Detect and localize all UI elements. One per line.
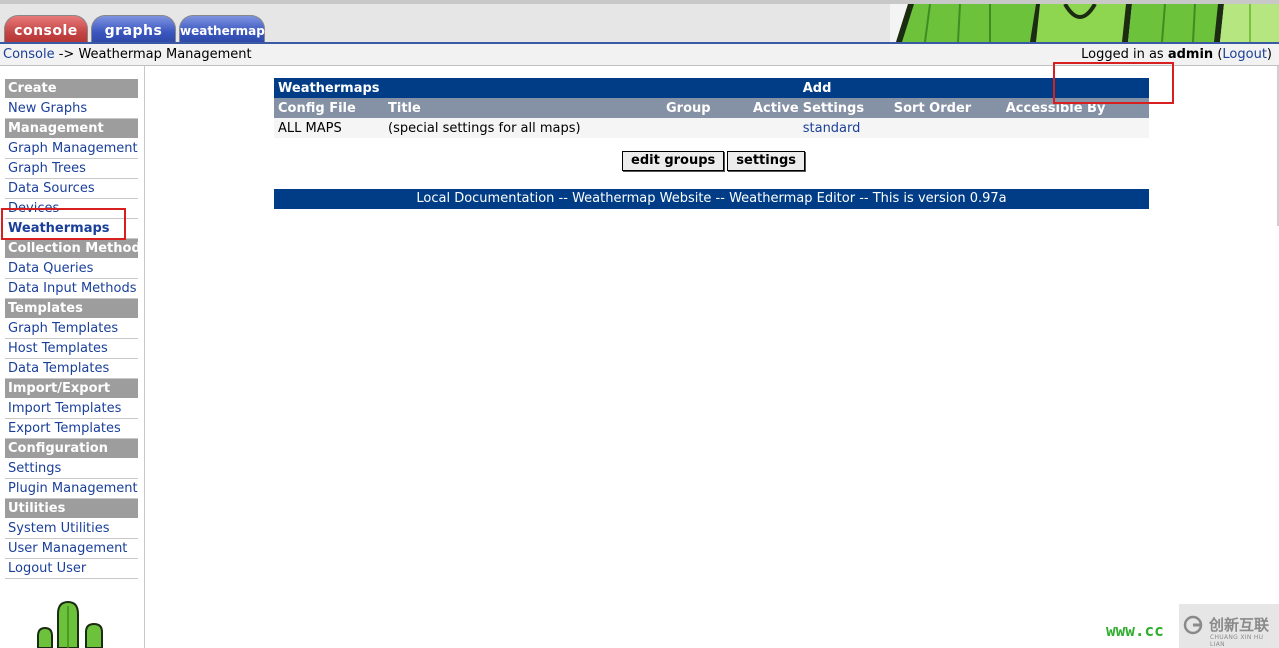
sidebar-header-import-export: Import/Export xyxy=(5,379,138,398)
cell-title: (special settings for all maps) xyxy=(388,120,581,136)
sidebar-header-create: Create xyxy=(5,79,138,98)
cactus-logo-icon xyxy=(37,600,103,648)
sidebar-item-graph-trees[interactable]: Graph Trees xyxy=(5,159,138,179)
watermark-brand: 创新互联 xyxy=(1209,616,1270,634)
table-row: ALL MAPS (special settings for all maps)… xyxy=(274,118,1149,138)
login-status: Logged in as admin (Logout) xyxy=(1081,47,1272,62)
sidebar-header-collection-methods: Collection Methods xyxy=(5,239,138,258)
col-sort-order: Sort Order xyxy=(893,100,972,116)
cell-active xyxy=(749,118,799,138)
cell-settings: standard xyxy=(799,118,890,138)
sidebar-header-configuration: Configuration xyxy=(5,439,138,458)
sidebar-item-new-graphs[interactable]: New Graphs xyxy=(5,99,138,119)
sidebar-item-host-templates[interactable]: Host Templates xyxy=(5,339,138,359)
sidebar-header-templates: Templates xyxy=(5,299,138,318)
breadcrumb: Console -> Weathermap Management xyxy=(3,47,252,62)
col-active: Active xyxy=(753,100,799,116)
sidebar-item-graph-management[interactable]: Graph Management xyxy=(5,139,138,159)
table-title: Weathermaps xyxy=(278,80,380,96)
sidebar-item-system-utilities[interactable]: System Utilities xyxy=(5,519,138,539)
highlight-box-add xyxy=(1053,62,1174,104)
cell-config-file: ALL MAPS xyxy=(278,120,342,136)
logout-link[interactable]: Logout xyxy=(1222,47,1267,62)
table-header-row: Config File Title Group Active Settings … xyxy=(274,98,1149,118)
sidebar-item-plugin-management[interactable]: Plugin Management xyxy=(5,479,138,499)
footer-sep-2: -- xyxy=(711,191,730,206)
weathermap-website-link[interactable]: Weathermap Website xyxy=(572,191,711,206)
login-username: admin xyxy=(1167,47,1214,62)
breadcrumb-current: Weathermap Management xyxy=(78,47,252,62)
cell-sort-order xyxy=(890,118,1002,138)
cell-group xyxy=(662,118,749,138)
login-prefix: Logged in as xyxy=(1081,47,1168,62)
watermark-brand-small: CHUANG XIN HU LIAN xyxy=(1210,634,1264,648)
sidebar-item-data-queries[interactable]: Data Queries xyxy=(5,259,138,279)
sidebar-item-import-templates[interactable]: Import Templates xyxy=(5,399,138,419)
watermark-badge: 创新互联 CHUANG XIN HU LIAN xyxy=(1179,604,1279,648)
sidebar-header-management: Management xyxy=(5,119,138,138)
sidebar-item-settings[interactable]: Settings xyxy=(5,459,138,479)
sidebar-header-utilities: Utilities xyxy=(5,499,138,518)
col-title: Title xyxy=(388,100,421,116)
sidebar-menu: Create New Graphs Management Graph Manag… xyxy=(5,79,138,579)
footer-sep-3: -- xyxy=(855,191,873,206)
footer-links-bar: Local Documentation -- Weathermap Websit… xyxy=(274,189,1149,209)
cell-accessible-by xyxy=(1002,118,1149,138)
footer-sep-1: -- xyxy=(554,191,573,206)
action-buttons: edit groups settings xyxy=(622,151,808,171)
local-documentation-link[interactable]: Local Documentation xyxy=(416,191,554,206)
sidebar-item-user-management[interactable]: User Management xyxy=(5,539,138,559)
weathermaps-table: Weathermaps Add Config File Title Group … xyxy=(274,78,1149,138)
sidebar-item-data-templates[interactable]: Data Templates xyxy=(5,359,138,379)
breadcrumb-console-link[interactable]: Console xyxy=(3,47,55,62)
table-title-row: Weathermaps Add xyxy=(274,78,1149,98)
weathermap-editor-link[interactable]: Weathermap Editor xyxy=(729,191,855,206)
col-group: Group xyxy=(666,100,711,116)
sidebar-item-export-templates[interactable]: Export Templates xyxy=(5,419,138,439)
col-settings: Settings xyxy=(802,100,865,116)
sidebar: Create New Graphs Management Graph Manag… xyxy=(0,66,145,648)
sidebar-item-data-sources[interactable]: Data Sources xyxy=(5,179,138,199)
settings-standard-link[interactable]: standard xyxy=(803,121,861,136)
cactus-banner-image xyxy=(890,4,1279,42)
breadcrumb-separator: -> xyxy=(54,47,79,62)
version-text: This is version 0.97a xyxy=(872,191,1007,206)
watermark-url-text: www.cc xyxy=(1106,621,1164,640)
highlight-box-weathermaps xyxy=(1,208,126,240)
sidebar-item-data-input-methods[interactable]: Data Input Methods xyxy=(5,279,138,299)
edit-groups-button[interactable]: edit groups xyxy=(622,151,725,171)
watermark-logo-icon xyxy=(1183,615,1203,635)
col-config-file: Config File xyxy=(278,100,356,116)
settings-button[interactable]: settings xyxy=(727,151,806,171)
sidebar-item-graph-templates[interactable]: Graph Templates xyxy=(5,319,138,339)
login-close-paren: ) xyxy=(1266,47,1272,62)
sidebar-item-logout-user[interactable]: Logout User xyxy=(5,559,138,579)
